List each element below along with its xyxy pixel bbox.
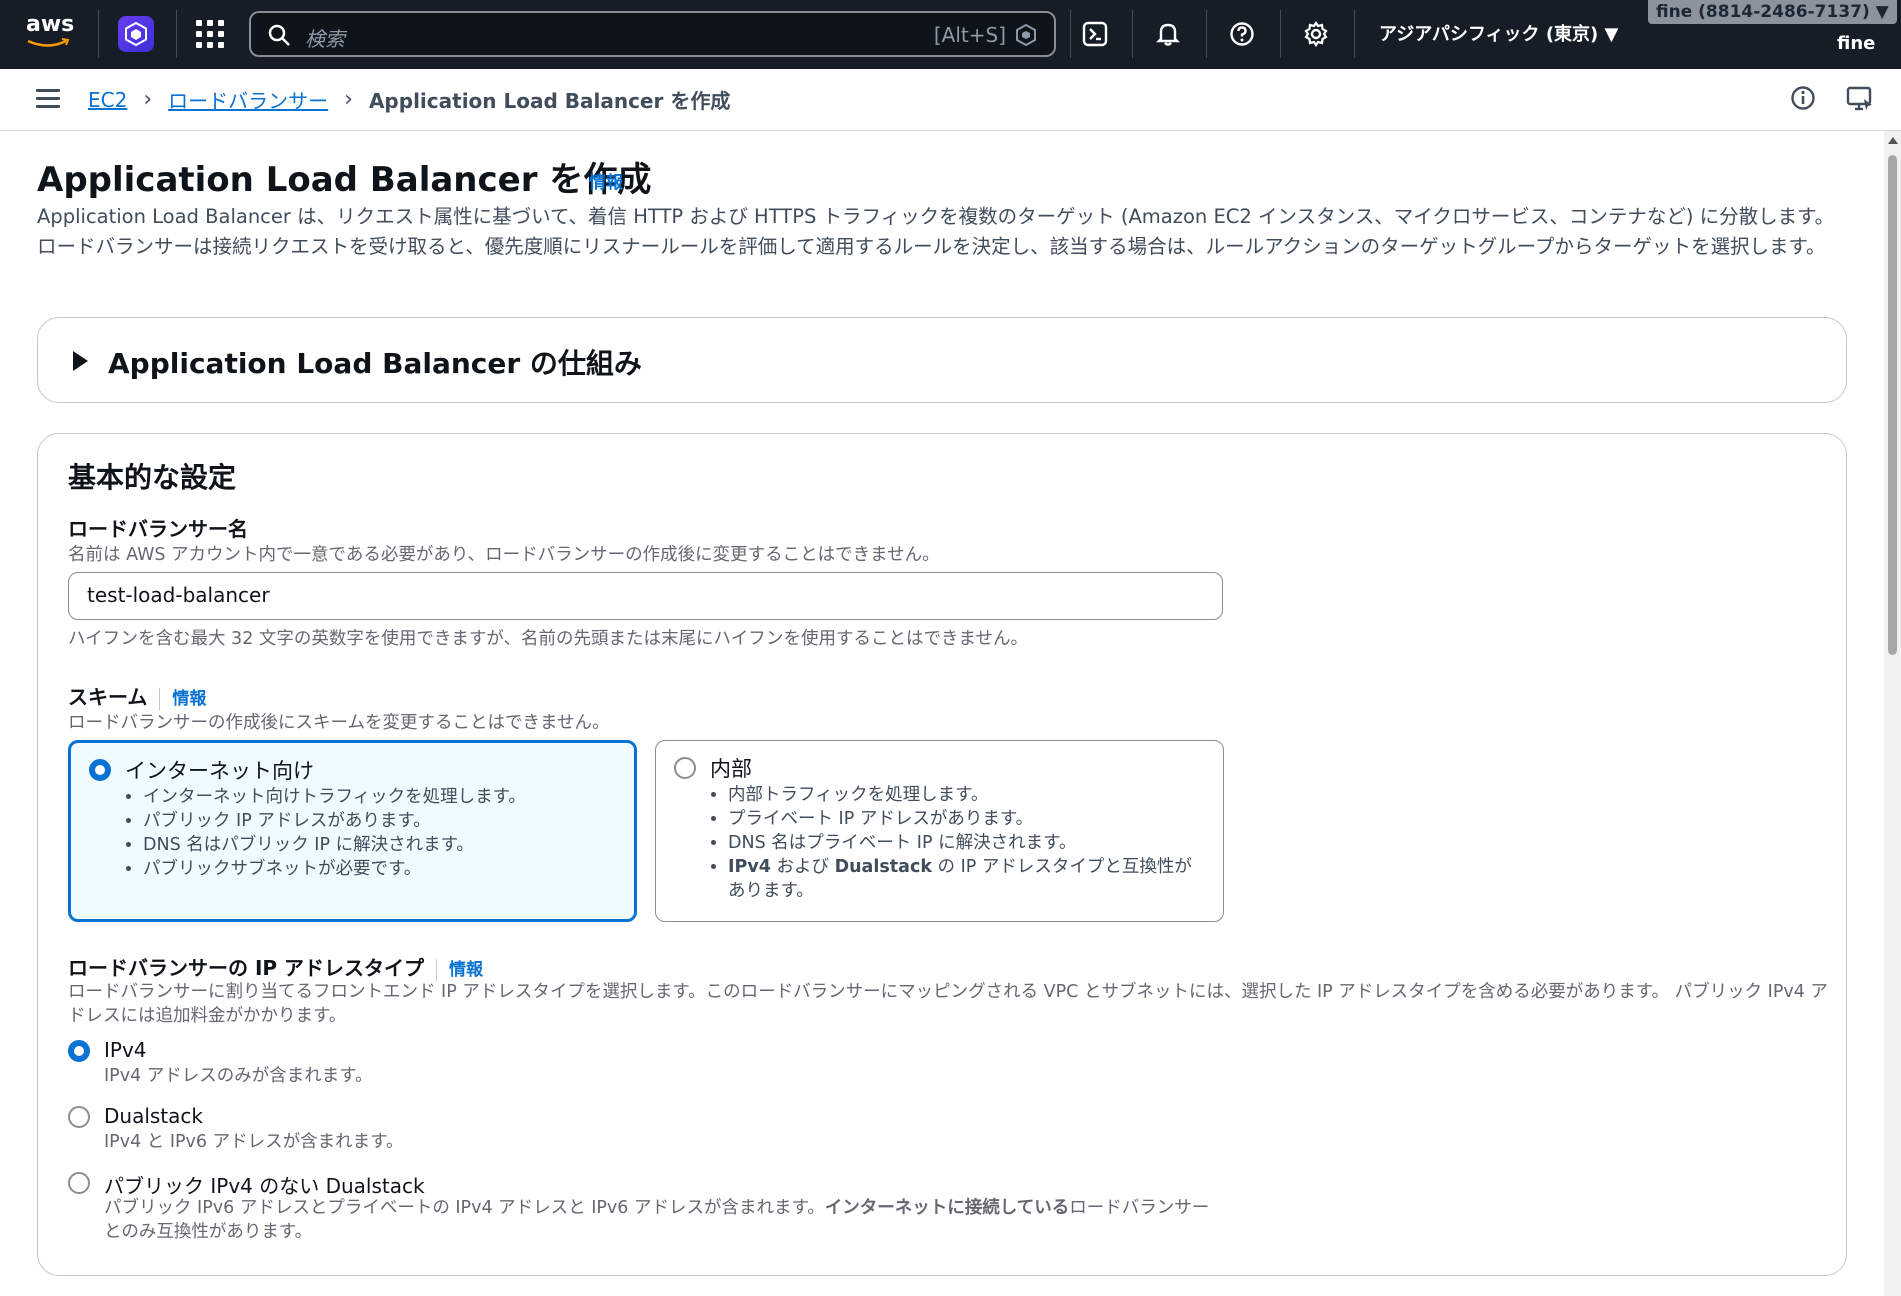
notifications-bell-icon[interactable] [1152,18,1184,50]
option-description-text: パブリック IPv6 アドレスとプライベートの IPv4 アドレスと IPv6 … [104,1198,825,1218]
info-panel-icon[interactable] [1790,85,1816,115]
lb-name-hint: ハイフンを含む最大 32 文字の英数字を使用できますが、名前の先頭または末尾にハ… [68,629,1029,649]
aws-logo[interactable]: aws [26,14,78,54]
tile-bullet-list: インターネット向けトラフィックを処理します。 パブリック IP アドレスがありま… [143,785,623,881]
scheme-label: スキーム [68,685,148,709]
list-item-text: および [770,857,835,877]
scroll-up-arrow-icon[interactable] [1888,137,1898,144]
apps-grid-icon[interactable] [196,20,224,48]
label-divider [159,687,161,710]
tile-bullet-list: 内部トラフィックを処理します。 プライベート IP アドレスがあります。 DNS… [728,783,1208,903]
list-item: IPv4 および Dualstack の IP アドレスタイプと互換性があります… [728,855,1208,903]
radio-dualstack[interactable] [68,1106,90,1128]
search-placeholder: 検索 [305,27,345,51]
ip-type-info-link[interactable]: 情報 [449,960,483,980]
radio-dualstack-no-public-ipv4[interactable] [68,1172,90,1194]
option-description: IPv4 と IPv6 アドレスが含まれます。 [104,1132,404,1152]
scheme-tile-internet-facing[interactable]: インターネット向け インターネット向けトラフィックを処理します。 パブリック I… [68,740,637,922]
search-shortcut-hint: [Alt+S] [933,23,1006,47]
nav-divider [98,10,99,58]
breadcrumb-load-balancers[interactable]: ロードバランサー [168,85,328,114]
search-icon [268,24,290,46]
option-title: IPv4 [104,1038,147,1062]
list-item: プライベート IP アドレスがあります。 [728,807,1208,831]
ip-type-label-row: ロードバランサーの IP アドレスタイプ 情報 [68,952,483,981]
lb-name-input[interactable]: test-load-balancer [68,572,1223,620]
page-description: Application Load Balancer は、リクエスト属性に基づいて… [37,205,1835,258]
radio-ipv4[interactable] [68,1040,90,1062]
nav-divider [1354,10,1355,58]
shortcut-hexagon-icon [1016,23,1036,47]
breadcrumb: EC2 › ロードバランサー › Application Load Balanc… [88,85,730,114]
option-description: IPv4 アドレスのみが含まれます。 [104,1066,373,1086]
list-item: パブリックサブネットが必要です。 [143,857,623,881]
section-title: 基本的な設定 [68,461,237,494]
breadcrumb-current: Application Load Balancer を作成 [368,89,731,113]
top-navigation: aws 検索 [Alt+S] アジアパシフィック (東京) ▼ fine (88… [0,0,1901,69]
list-item: パブリック IP アドレスがあります。 [143,809,623,833]
breadcrumb-ec2[interactable]: EC2 [88,88,127,112]
scheme-description: ロードバランサーの作成後にスキームを変更することはできません。 [68,713,610,733]
basic-settings-panel: 基本的な設定 ロードバランサー名 名前は AWS アカウント内で一意である必要が… [37,433,1847,1276]
service-favorite-icon[interactable] [118,16,154,52]
nav-divider [176,10,177,58]
tile-title: 内部 [710,757,752,781]
scheme-info-link[interactable]: 情報 [172,689,206,709]
tile-title: インターネット向け [125,759,314,783]
option-title: Dualstack [104,1104,203,1128]
page-title: Application Load Balancer を作成 [37,160,652,200]
page-scrollbar[interactable] [1884,131,1901,1296]
scheme-tile-internal[interactable]: 内部 内部トラフィックを処理します。 プライベート IP アドレスがあります。 … [655,740,1224,922]
radio-internet-facing[interactable] [89,759,111,781]
list-item: インターネット向けトラフィックを処理します。 [143,785,623,809]
ip-type-label: ロードバランサーの IP アドレスタイプ [68,956,425,980]
aws-smile-icon [27,38,70,47]
option-title: パブリック IPv4 のない Dualstack [104,1174,425,1198]
scroll-thumb[interactable] [1888,155,1897,655]
nav-divider [1132,10,1133,58]
nav-divider [1070,10,1071,58]
radio-internal[interactable] [674,757,696,779]
nav-divider [1280,10,1281,58]
region-selector[interactable]: アジアパシフィック (東京) ▼ [1379,20,1618,46]
scheme-label-row: スキーム 情報 [68,681,206,710]
chevron-right-icon: › [143,87,153,112]
account-user-name[interactable]: fine [1837,33,1875,54]
ip-type-description: ロードバランサーに割り当てるフロントエンド IP アドレスタイプを選択します。こ… [68,982,1828,1026]
nav-divider [1206,10,1207,58]
aws-logo-text: aws [26,12,75,37]
option-description: パブリック IPv6 アドレスとプライベートの IPv4 アドレスと IPv6 … [104,1196,1224,1244]
list-item: DNS 名はプライベート IP に解決されます。 [728,831,1208,855]
lb-name-description: 名前は AWS アカウント内で一意である必要があり、ロードバランサーの作成後に変… [68,545,940,565]
breadcrumb-bar: EC2 › ロードバランサー › Application Load Balanc… [0,69,1901,131]
search-input[interactable]: 検索 [Alt+S] [249,11,1056,57]
cloudshell-icon[interactable] [1079,18,1111,50]
menu-hamburger-icon[interactable] [36,89,60,109]
chevron-right-icon: › [344,87,353,112]
title-info-link[interactable]: 情報 [589,168,623,193]
help-icon[interactable] [1226,18,1258,50]
label-divider [436,958,438,981]
how-it-works-expander[interactable]: Application Load Balancer の仕組み [37,317,1847,403]
list-item: 内部トラフィックを処理します。 [728,783,1208,807]
how-it-works-title: Application Load Balancer の仕組み [108,347,642,380]
list-item: DNS 名はパブリック IP に解決されます。 [143,833,623,857]
lb-name-label: ロードバランサー名 [68,517,248,541]
feedback-screen-icon[interactable] [1846,85,1874,117]
caret-right-icon [73,351,88,371]
bold-text: IPv4 [728,857,771,877]
settings-gear-icon[interactable] [1300,18,1332,50]
account-selector[interactable]: fine (8814-2486-7137) ▼ [1648,0,1897,24]
bold-text: インターネットに接続している [824,1198,1070,1218]
bold-text: Dualstack [834,857,932,877]
